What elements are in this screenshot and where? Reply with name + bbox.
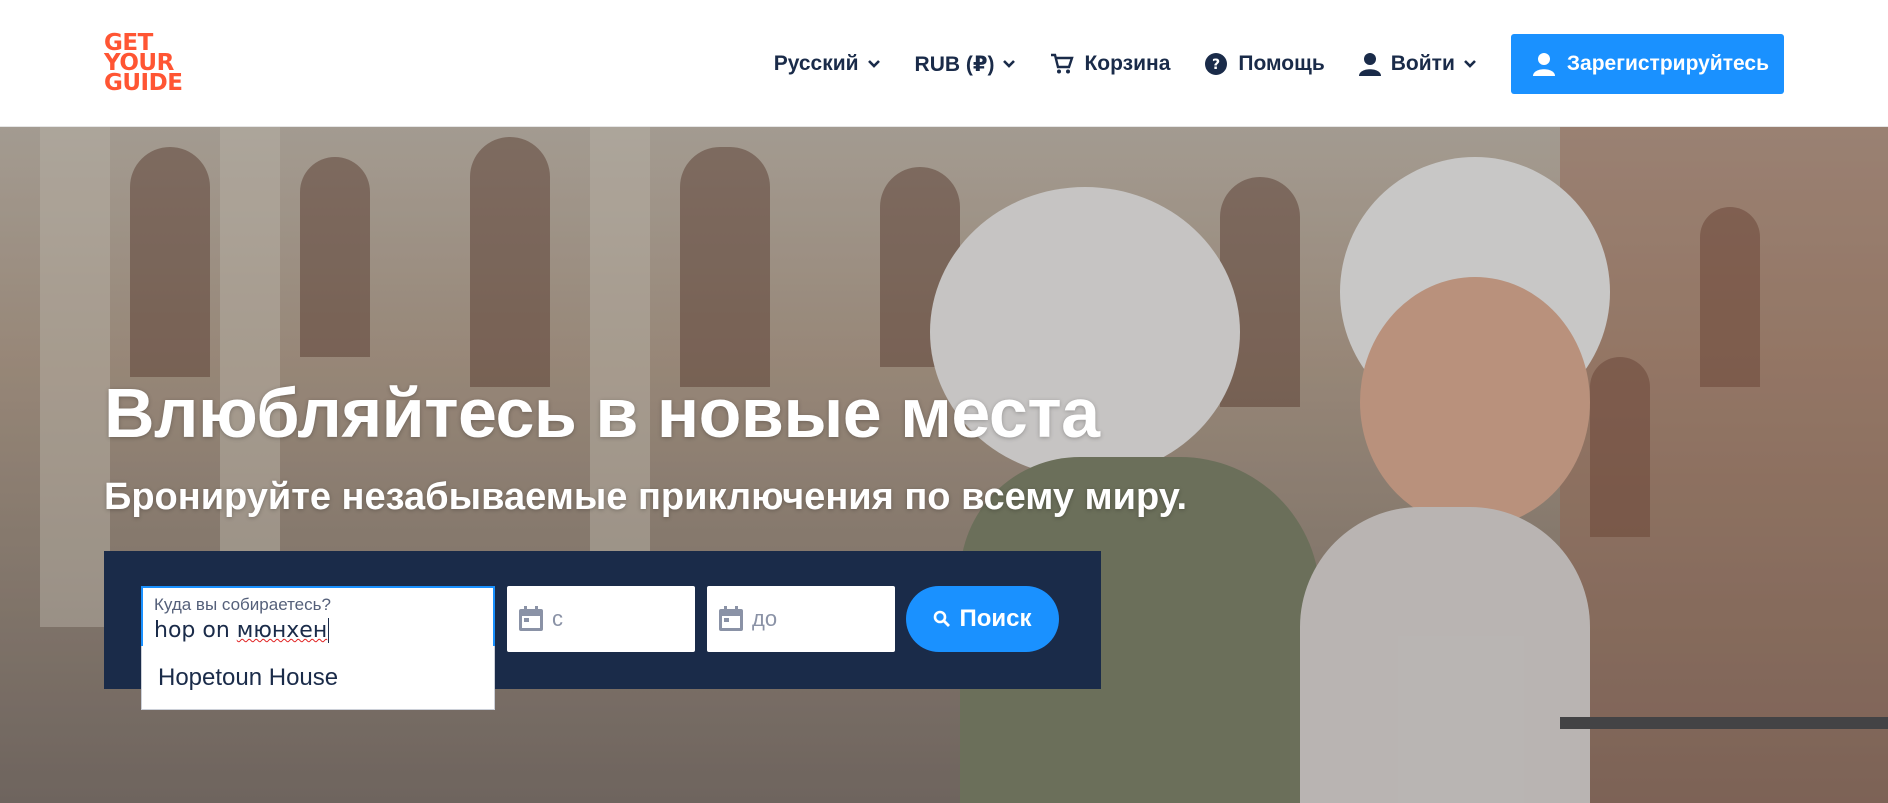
cart-label: Корзина: [1084, 52, 1171, 75]
login-label: Войти: [1390, 52, 1455, 75]
search-button[interactable]: Поиск: [906, 586, 1059, 652]
chevron-down-icon: [867, 60, 880, 68]
language-selector[interactable]: Русский: [774, 52, 881, 76]
top-nav: Русский RUB (₽) Корзина ? Помощь Войти З…: [774, 34, 1784, 94]
user-icon: [1532, 53, 1555, 76]
calendar-icon: [519, 606, 543, 631]
signup-label: Зарегистрируйтесь: [1566, 52, 1769, 75]
cart-icon: [1051, 53, 1075, 74]
destination-text: hop on: [154, 618, 237, 643]
date-to-field[interactable]: до: [707, 586, 895, 652]
help-link[interactable]: ? Помощь: [1204, 52, 1325, 76]
date-from-field[interactable]: с: [507, 586, 695, 652]
destination-misspelled-text: мюнхен: [236, 618, 328, 643]
logo-line-3: GUIDE: [104, 70, 183, 96]
hero-subtitle: Бронируйте незабываемые приключения по в…: [104, 476, 1188, 518]
user-icon: [1358, 53, 1381, 76]
hero-title: Влюбляйтесь в новые места: [104, 374, 1100, 452]
chevron-down-icon: [1003, 60, 1016, 68]
help-label: Помощь: [1238, 52, 1325, 75]
search-button-label: Поиск: [959, 605, 1032, 632]
destination-input[interactable]: hop on мюнхен: [154, 618, 482, 643]
cart-link[interactable]: Корзина: [1050, 52, 1170, 76]
signup-button[interactable]: Зарегистрируйтесь: [1510, 34, 1784, 94]
destination-field[interactable]: Куда вы собираетесь? hop on мюнхен: [141, 586, 495, 652]
calendar-icon: [719, 606, 743, 631]
chevron-down-icon: [1463, 60, 1476, 68]
svg-text:?: ?: [1212, 57, 1220, 73]
autocomplete-dropdown: Hopetoun House: [141, 646, 495, 710]
date-to-placeholder: до: [752, 606, 778, 631]
getyourguide-logo[interactable]: GET YOUR GUIDE: [104, 32, 194, 96]
date-from-placeholder: с: [552, 606, 563, 631]
language-label: Русский: [773, 52, 859, 75]
site-header: GET YOUR GUIDE Русский RUB (₽) Корзина ?…: [0, 0, 1888, 127]
text-cursor: [328, 618, 330, 643]
login-menu[interactable]: Войти: [1358, 52, 1477, 76]
currency-label: RUB (₽): [914, 52, 995, 76]
help-icon: ?: [1205, 53, 1228, 75]
currency-selector[interactable]: RUB (₽): [915, 52, 1017, 77]
destination-label: Куда вы собираетесь?: [154, 595, 331, 614]
autocomplete-item[interactable]: Hopetoun House: [142, 646, 494, 710]
search-icon: [934, 610, 951, 627]
